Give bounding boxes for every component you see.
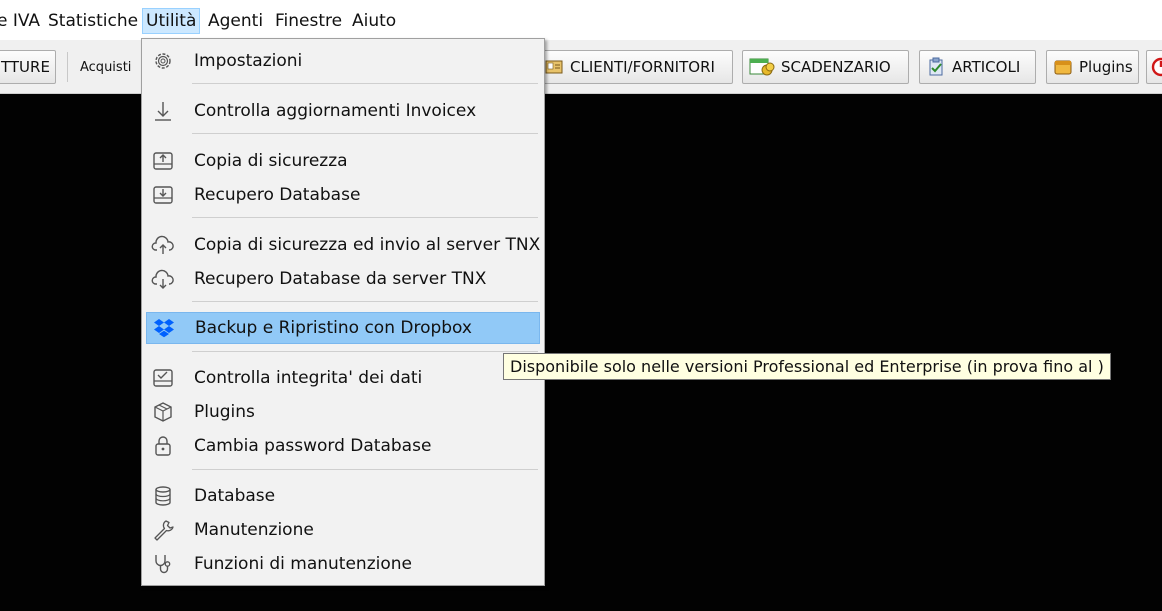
menu-item-label: Controlla integrita' dei dati xyxy=(194,368,423,388)
menu-item-label: Recupero Database da server TNX xyxy=(194,269,487,289)
menu-item-impostazioni[interactable]: Impostazioni xyxy=(146,45,540,77)
menu-item-label: Impostazioni xyxy=(194,51,303,71)
menu-finestre[interactable]: Finestre xyxy=(272,8,345,34)
cloud-download-icon xyxy=(150,266,176,292)
menu-item-database[interactable]: Database xyxy=(146,480,540,512)
menu-item-label: Plugins xyxy=(194,402,255,422)
menu-item-manutenzione[interactable]: Manutenzione xyxy=(146,514,540,546)
cloud-upload-icon xyxy=(150,232,176,258)
utilita-dropdown-menu: Impostazioni Controlla aggiornamenti Inv… xyxy=(141,38,545,586)
exit-button[interactable] xyxy=(1146,50,1162,84)
menu-item-label: Controlla aggiornamenti Invoicex xyxy=(194,101,477,121)
menubar: e IVA Statistiche Utilità Agenti Finestr… xyxy=(0,0,1162,40)
menu-iva[interactable]: e IVA xyxy=(0,8,43,34)
menu-agenti[interactable]: Agenti xyxy=(205,8,266,34)
menu-item-label: Database xyxy=(194,486,276,506)
toolbar-separator xyxy=(67,52,68,82)
menu-item-recupero-server-tnx[interactable]: Recupero Database da server TNX xyxy=(146,263,540,295)
menu-item-cambia-password[interactable]: Cambia password Database xyxy=(146,430,540,462)
wrench-icon xyxy=(150,517,176,543)
plugin-box-icon xyxy=(1054,60,1072,75)
menu-separator xyxy=(192,301,538,302)
menu-item-copia-di-sicurezza[interactable]: Copia di sicurezza xyxy=(146,145,540,177)
lock-icon xyxy=(150,433,176,459)
menu-separator xyxy=(192,469,538,470)
plugins-label: Plugins xyxy=(1079,58,1133,76)
menu-utilita[interactable]: Utilità xyxy=(142,8,201,34)
menu-item-label: Recupero Database xyxy=(194,185,361,205)
menu-item-label: Backup e Ripristino con Dropbox xyxy=(195,318,472,338)
download-tray-icon xyxy=(150,182,176,208)
menu-item-funzioni-manutenzione[interactable]: Funzioni di manutenzione xyxy=(146,548,540,580)
menu-statistiche[interactable]: Statistiche xyxy=(45,8,141,34)
menu-item-label: Funzioni di manutenzione xyxy=(194,554,412,574)
upload-tray-icon xyxy=(150,148,176,174)
menu-separator xyxy=(192,83,538,84)
stethoscope-icon xyxy=(150,551,176,577)
fatture-button-label: TTURE xyxy=(1,58,50,76)
menu-item-controlla-integrita[interactable]: Controlla integrita' dei dati xyxy=(146,362,540,394)
articoli-button[interactable]: ARTICOLI xyxy=(919,50,1036,84)
gear-icon xyxy=(150,48,176,74)
download-arrow-icon xyxy=(150,98,176,124)
menu-item-copia-server-tnx[interactable]: Copia di sicurezza ed invio al server TN… xyxy=(146,229,540,261)
power-icon xyxy=(1151,57,1162,77)
clienti-fornitori-label: CLIENTI/FORNITORI xyxy=(570,58,715,76)
clipboard-icon xyxy=(929,57,943,76)
acquisti-button[interactable]: Acquisti xyxy=(80,60,131,75)
menu-item-plugins[interactable]: Plugins xyxy=(146,396,540,428)
menu-separator xyxy=(192,351,538,352)
address-book-icon xyxy=(545,60,563,74)
clienti-fornitori-button[interactable]: CLIENTI/FORNITORI xyxy=(537,50,733,84)
menu-item-label: Manutenzione xyxy=(194,520,314,540)
check-tray-icon xyxy=(150,365,176,391)
menu-item-label: Copia di sicurezza xyxy=(194,151,348,171)
menu-item-controlla-aggiornamenti[interactable]: Controlla aggiornamenti Invoicex xyxy=(146,95,540,127)
tooltip: Disponibile solo nelle versioni Professi… xyxy=(503,353,1111,380)
menu-item-label: Cambia password Database xyxy=(194,436,432,456)
fatture-button[interactable]: TTURE xyxy=(0,50,56,84)
menu-aiuto[interactable]: Aiuto xyxy=(349,8,399,34)
menu-item-backup-dropbox[interactable]: Backup e Ripristino con Dropbox xyxy=(146,312,540,344)
scadenzario-button[interactable]: SCADENZARIO xyxy=(742,50,909,84)
menu-item-recupero-database[interactable]: Recupero Database xyxy=(146,179,540,211)
dropbox-icon xyxy=(151,315,177,341)
scadenzario-label: SCADENZARIO xyxy=(781,58,891,76)
cube-icon xyxy=(150,399,176,425)
menu-item-label: Copia di sicurezza ed invio al server TN… xyxy=(194,235,541,255)
calendar-coins-icon xyxy=(749,58,775,76)
articoli-label: ARTICOLI xyxy=(952,58,1021,76)
menu-separator xyxy=(192,217,538,218)
database-icon xyxy=(150,483,176,509)
menu-separator xyxy=(192,133,538,134)
plugins-button[interactable]: Plugins xyxy=(1046,50,1139,84)
